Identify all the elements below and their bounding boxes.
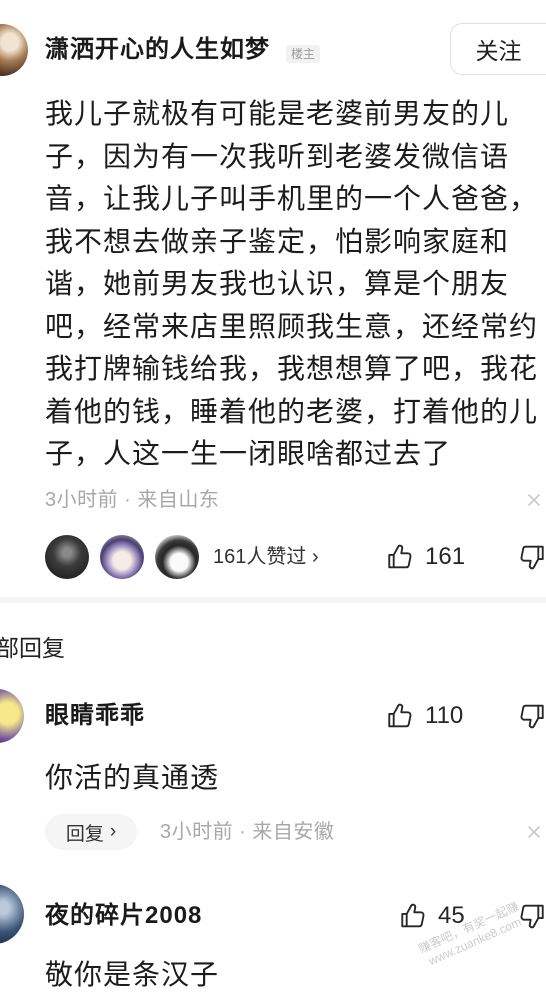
- follow-button[interactable]: 关注: [450, 23, 546, 75]
- section-divider: [0, 597, 546, 603]
- thumbs-up-icon: [388, 544, 412, 569]
- post-body-line: 着他的钱，睡着他的老婆，打着他的儿: [45, 395, 539, 427]
- liker-avatar[interactable]: [100, 535, 144, 579]
- reply-button-label: 回复: [65, 823, 104, 845]
- op-badge: 楼主: [286, 45, 321, 63]
- thumbs-down-icon[interactable]: [518, 702, 546, 730]
- comment-author-name[interactable]: 眼睛乖乖: [45, 700, 145, 732]
- post-meta: 3小时前 · 来自山东: [45, 489, 220, 511]
- post-body-line: 我不想去做亲子鉴定，怕影响家庭和: [45, 225, 510, 257]
- likers-count-label: 161人赞过: [213, 546, 307, 568]
- replies-header: 部回复: [0, 635, 65, 661]
- post-body-line: 吧，经常来店里照顾我生意，还经常约: [45, 310, 539, 342]
- comment-author-avatar[interactable]: [0, 884, 24, 944]
- comment-text: 你活的真通透: [45, 762, 220, 793]
- post-body-line: 子，人这一生一闭眼啥都过去了: [45, 438, 452, 469]
- post-body-line: 我打牌输钱给我，我想想算了吧，我花: [45, 353, 539, 384]
- likers-link[interactable]: 161人赞过 ›: [213, 542, 319, 572]
- chevron-right-icon: ›: [311, 546, 319, 568]
- avatar: [0, 24, 28, 76]
- close-icon[interactable]: [526, 492, 542, 508]
- comment-author-avatar[interactable]: [0, 689, 24, 743]
- comment-meta: 3小时前 · 来自安徽: [160, 821, 335, 843]
- comment-like-button[interactable]: 110: [386, 699, 463, 733]
- thumbs-down-icon[interactable]: [518, 543, 546, 571]
- liker-avatar[interactable]: [45, 535, 89, 579]
- liker-avatar[interactable]: [155, 535, 199, 579]
- thumbs-up-icon: [388, 703, 412, 728]
- post-body: 我儿子就极有可能是老婆前男友的儿 子，因为有一次我听到老婆发微信语 音，让我儿子…: [45, 93, 542, 476]
- close-icon[interactable]: [526, 824, 542, 840]
- post-body-line: 音，让我儿子叫手机里的一个人爸爸，: [45, 183, 539, 214]
- post-body-line: 我儿子就极有可能是老婆前男友的儿: [45, 98, 510, 129]
- reply-button[interactable]: 回复 ›: [45, 814, 137, 850]
- comment-like-count: 110: [425, 702, 464, 729]
- post-body-line: 子，因为有一次我听到老婆发微信语: [45, 140, 510, 172]
- avatar: [0, 884, 24, 944]
- avatar: [0, 689, 24, 743]
- like-button[interactable]: 161: [386, 540, 465, 574]
- thumbs-up-icon: [401, 903, 425, 928]
- like-count: 161: [425, 543, 466, 570]
- post-body-line: 谐，她前男友我也认识，算是个朋友: [45, 268, 510, 299]
- comment-author-name[interactable]: 夜的碎片2008: [45, 900, 202, 932]
- comment-text: 敬你是条汉子: [45, 959, 220, 990]
- post-author-avatar[interactable]: [0, 24, 28, 76]
- comment-thread-screen: 潇洒开心的人生如梦 楼主 关注 我儿子就极有可能是老婆前男友的儿 子，因为有一次…: [0, 0, 546, 999]
- post-author-name[interactable]: 潇洒开心的人生如梦: [45, 34, 270, 66]
- follow-button-label: 关注: [475, 38, 522, 64]
- chevron-right-icon: ›: [109, 821, 117, 842]
